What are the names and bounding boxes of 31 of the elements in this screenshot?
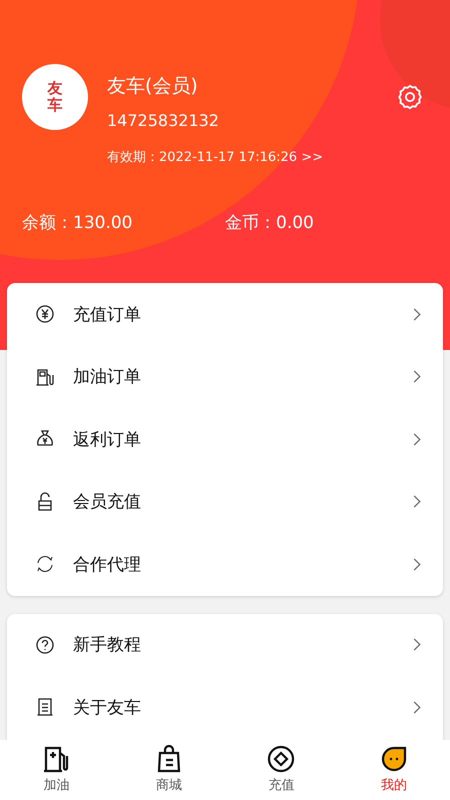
diamond-coin-icon (267, 745, 296, 773)
coins-text: 金币：0.00 (225, 212, 315, 234)
chevron-icon (413, 638, 421, 652)
balance-text: 余额：130.00 (22, 212, 134, 234)
phone-number: 14725832132 (107, 111, 220, 130)
document-icon (35, 697, 55, 718)
menu-item[interactable]: 新手教程 (7, 614, 443, 676)
user-name: 友车(会员) (107, 74, 199, 99)
refresh-icon (35, 554, 55, 574)
chevron-icon (413, 308, 421, 321)
chevron-icon (413, 370, 421, 384)
tab[interactable]: 充值 (225, 740, 338, 800)
menu-item[interactable]: 加油订单 (7, 346, 443, 408)
chevron-icon (413, 432, 421, 446)
tab[interactable]: 加油 (0, 740, 112, 800)
menu-item[interactable]: 充值订单 (7, 283, 443, 346)
menu-item[interactable]: 返利订单 (7, 408, 443, 470)
menu-item[interactable]: 会员充值 (7, 470, 443, 533)
chevron-icon (413, 558, 421, 571)
chevron-icon (413, 495, 421, 508)
fuel-pump-icon (35, 366, 55, 387)
smiley-icon (380, 745, 408, 773)
chevron-icon (413, 700, 421, 714)
menu-item[interactable]: 关于友车 (7, 676, 443, 738)
tab[interactable]: 商城 (112, 740, 225, 800)
fuel-pump-icon (42, 745, 70, 773)
settings-icon[interactable] (396, 82, 424, 110)
yuan-icon (35, 304, 55, 324)
tab[interactable]: 我的 (338, 740, 450, 800)
menu-item[interactable]: 合作代理 (7, 533, 443, 596)
help-icon (35, 634, 55, 655)
